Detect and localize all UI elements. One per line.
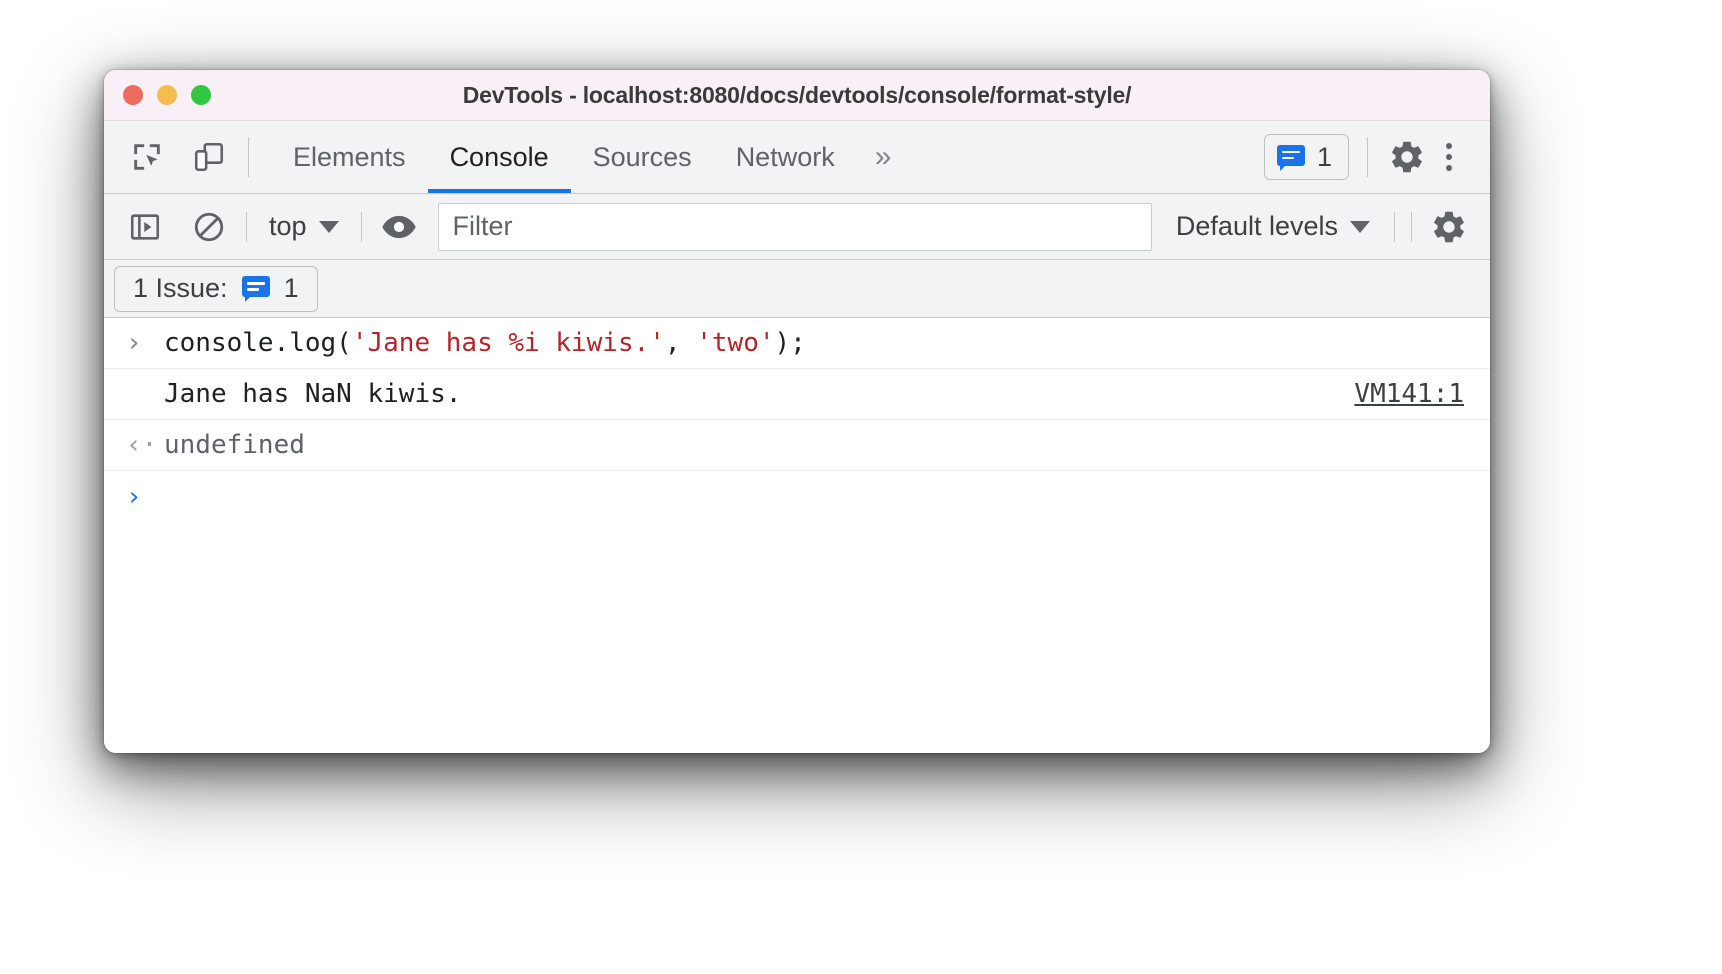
gear-icon <box>1388 138 1426 176</box>
devtools-tabbar: Elements Console Sources Network » 1 <box>104 121 1490 194</box>
devtools-settings-button[interactable] <box>1386 136 1428 178</box>
console-log-levels-selector[interactable]: Default levels <box>1168 211 1378 242</box>
screenshot-stage: DevTools - localhost:8080/docs/devtools/… <box>0 0 1722 974</box>
eye-icon <box>380 208 418 246</box>
code-segment: ); <box>774 328 806 358</box>
console-input-code: console.log('Jane has %i kiwis.', 'two')… <box>164 328 806 358</box>
clear-console-button[interactable] <box>188 206 230 248</box>
result-marker-icon: ‹· <box>126 430 158 460</box>
console-filter-input[interactable] <box>437 202 1152 251</box>
console-settings-gear-icon <box>1430 208 1468 246</box>
console-toolbar-divider-4 <box>1411 211 1412 242</box>
code-segment: console.log( <box>164 328 352 358</box>
tab-sources-label: Sources <box>592 141 692 172</box>
devtools-more-options-button[interactable] <box>1428 136 1470 178</box>
console-prompt-row[interactable]: › <box>104 471 1490 522</box>
tab-network-label: Network <box>735 141 835 172</box>
window-traffic-lights[interactable] <box>123 85 211 105</box>
chevron-down-icon <box>318 220 339 233</box>
console-message-row[interactable]: Jane has NaN kiwis. VM141:1 <box>104 369 1490 420</box>
close-window-button[interactable] <box>123 85 143 105</box>
devtools-tool-icons <box>104 121 230 193</box>
console-result-row[interactable]: ‹· undefined <box>104 420 1490 471</box>
tabbar-right-controls: 1 <box>1263 121 1490 193</box>
console-sidebar-toggle-button[interactable] <box>124 206 166 248</box>
chevron-down-icon <box>1350 220 1370 233</box>
chevron-double-right-icon: » <box>874 140 892 173</box>
console-settings-button[interactable] <box>1428 206 1470 248</box>
code-segment: , <box>664 328 697 358</box>
issues-bubble-icon <box>241 276 270 302</box>
issues-summary-button[interactable]: 1 Issue: 1 <box>114 265 318 312</box>
input-marker-icon: › <box>126 328 142 358</box>
maximize-window-button[interactable] <box>191 85 211 105</box>
issues-summary-count: 1 <box>283 273 299 303</box>
console-input-row[interactable]: › console.log('Jane has %i kiwis.', 'two… <box>104 318 1490 369</box>
tab-elements[interactable]: Elements <box>271 121 428 193</box>
window-title: DevTools - localhost:8080/docs/devtools/… <box>462 81 1132 108</box>
clear-console-icon <box>192 210 226 244</box>
console-toolbar: top Default levels <box>104 194 1490 260</box>
console-message-text: Jane has NaN kiwis. <box>164 379 462 409</box>
console-output: › console.log('Jane has %i kiwis.', 'two… <box>104 318 1490 753</box>
live-expression-button[interactable] <box>378 206 420 248</box>
console-log-levels-label: Default levels <box>1175 211 1338 241</box>
inspect-element-button[interactable] <box>126 136 168 178</box>
tab-console-label: Console <box>449 141 549 172</box>
console-result-text: undefined <box>164 430 305 460</box>
issues-count-label: 1 <box>1316 141 1332 172</box>
tab-network[interactable]: Network <box>714 121 857 193</box>
device-toolbar-button[interactable] <box>188 136 230 178</box>
console-toolbar-divider-2 <box>360 211 362 242</box>
console-sidebar-icon <box>128 210 162 244</box>
tab-sources[interactable]: Sources <box>571 121 714 193</box>
execution-context-label: top <box>269 211 307 241</box>
tab-elements-label: Elements <box>293 141 406 172</box>
issues-bubble-icon <box>1276 144 1305 171</box>
console-issues-bar: 1 Issue: 1 <box>104 260 1490 318</box>
issues-summary-label: 1 Issue: <box>133 273 228 303</box>
execution-context-selector[interactable]: top <box>263 211 345 242</box>
devtools-tabs: Elements Console Sources Network » <box>271 121 905 193</box>
devtools-window: DevTools - localhost:8080/docs/devtools/… <box>104 70 1490 753</box>
more-tabs-button[interactable]: » <box>857 121 906 193</box>
console-source-link[interactable]: VM141:1 <box>1354 379 1464 409</box>
inspect-element-icon <box>130 140 164 174</box>
device-toolbar-icon <box>192 140 226 174</box>
tabbar-right-divider <box>1367 137 1368 177</box>
kebab-menu-icon <box>1446 143 1452 171</box>
prompt-marker-icon: › <box>126 481 142 512</box>
console-toolbar-divider-1 <box>246 211 247 242</box>
code-segment-string: 'Jane has %i kiwis.' <box>351 328 665 358</box>
console-toolbar-divider-3 <box>1394 211 1395 242</box>
window-titlebar: DevTools - localhost:8080/docs/devtools/… <box>104 70 1490 121</box>
code-segment-string: 'two' <box>696 328 775 358</box>
issues-counter-button[interactable]: 1 <box>1263 134 1349 180</box>
minimize-window-button[interactable] <box>157 85 177 105</box>
tabbar-divider <box>248 137 249 177</box>
tab-console[interactable]: Console <box>427 121 571 193</box>
